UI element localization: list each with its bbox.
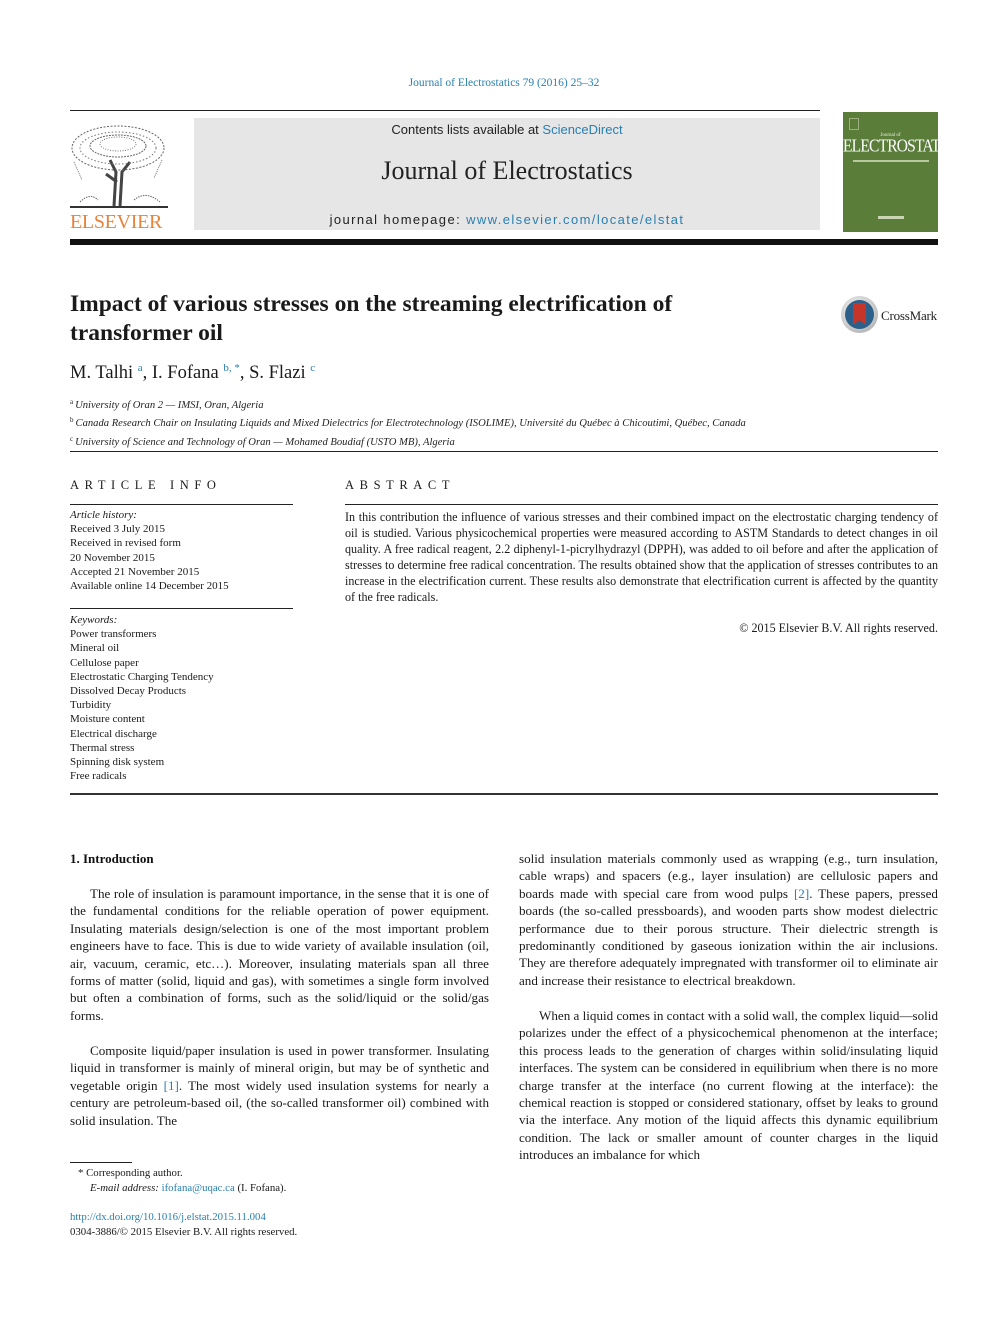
masthead-thick-rule: [70, 239, 938, 245]
keyword-item: Moisture content: [70, 713, 145, 726]
affiliation-item: b Canada Research Chair on Insulating Liq…: [70, 413, 930, 431]
keyword-item: Free radicals: [70, 770, 127, 783]
cover-publisher-bar: [878, 216, 904, 219]
cover-emblem-icon: [849, 118, 859, 130]
email-suffix: (I. Fofana).: [234, 1182, 287, 1194]
affiliation-item: c University of Science and Technology of…: [70, 432, 930, 450]
elsevier-logo[interactable]: ELSEVIER: [68, 120, 172, 233]
elsevier-tree-icon: [70, 125, 168, 208]
issn-copyright: 0304-3886/© 2015 Elsevier B.V. All right…: [70, 1226, 298, 1238]
abstract-text: In this contribution the influence of va…: [345, 510, 938, 604]
crossmark-label: CrossMark: [881, 308, 937, 323]
affiliation-ref[interactable]: c: [310, 362, 315, 374]
article-history-label: Article history:: [70, 509, 137, 521]
affiliation-ref[interactable]: a: [138, 362, 143, 374]
abstract-copyright: © 2015 Elsevier B.V. All rights reserved…: [739, 621, 938, 635]
email-label: E-mail address:: [90, 1182, 159, 1194]
keyword-item: Power transformers: [70, 628, 157, 641]
paragraph-text: . These papers, pressed boards (the so-c…: [519, 885, 938, 988]
keyword-item: Spinning disk system: [70, 756, 165, 769]
corresponding-author-note: * Corresponding author.: [78, 1167, 183, 1179]
section-divider: [70, 451, 938, 452]
keyword-item: Electrical discharge: [70, 727, 157, 740]
keywords-label: Keywords:: [70, 614, 118, 626]
body-column-left-cont: Composite liquid/paper insulation is use…: [70, 1042, 489, 1129]
keyword-item: Mineral oil: [70, 642, 120, 655]
doi-link[interactable]: http://dx.doi.org/10.1016/j.elstat.2015.…: [70, 1211, 266, 1223]
section-heading-introduction: 1. Introduction: [70, 851, 154, 866]
abstract-rule: [345, 504, 938, 505]
affiliation-text: University of Science and Technology of …: [75, 436, 455, 448]
keyword-item: Cellulose paper: [70, 656, 139, 669]
author-name[interactable]: S. Flazi: [249, 363, 306, 383]
article-history: Article history: Received 3 July 2015 Re…: [70, 508, 300, 593]
abstract-heading: ABSTRACT: [345, 478, 456, 492]
cover-subtitle-bar: [853, 160, 929, 162]
body-paragraph: When a liquid comes in contact with a so…: [519, 1008, 938, 1163]
crossmark-button[interactable]: CrossMark: [841, 296, 941, 336]
journal-cover-thumbnail[interactable]: Journal of ELECTROSTATICS: [843, 112, 962, 232]
citation-link[interactable]: [1]: [164, 1078, 179, 1093]
contents-prefix: Contents lists available at: [391, 122, 543, 137]
cover-title: ELECTROSTATICS: [843, 136, 962, 157]
journal-citation-link[interactable]: Journal of Electrostatics 79 (2016) 25–3…: [0, 77, 992, 89]
body-column-right: solid insulation materials commonly used…: [519, 850, 938, 989]
email-link[interactable]: ifofana@uqac.ca: [162, 1182, 235, 1194]
article-title: Impact of various stresses on the stream…: [70, 291, 673, 346]
homepage-prefix: journal homepage:: [329, 212, 467, 227]
citation-link[interactable]: [2]: [794, 886, 809, 901]
affiliation-label: c: [70, 434, 74, 443]
affiliation-label: b: [70, 416, 74, 425]
header-rule: [70, 110, 820, 111]
history-item: Available online 14 December 2015: [70, 580, 229, 593]
keywords-rule: [70, 608, 293, 609]
elsevier-wordmark: ELSEVIER: [70, 211, 163, 233]
keyword-item: Electrostatic Charging Tendency: [70, 670, 214, 683]
crossmark-icon: [841, 296, 878, 333]
history-item: Received in revised form: [70, 537, 181, 550]
contents-line: Contents lists available at ScienceDirec…: [194, 122, 820, 137]
journal-title: Journal of Electrostatics: [381, 156, 633, 185]
email-line: E-mail address: ifofana@uqac.ca (I. Fofa…: [78, 1181, 478, 1196]
history-item: Accepted 21 November 2015: [70, 565, 200, 578]
affiliation-ref[interactable]: b, *: [223, 362, 240, 374]
keyword-item: Dissolved Decay Products: [70, 685, 187, 698]
author-list: M. Talhi a, I. Fofana b, *, S. Flazi c: [70, 362, 316, 383]
sciencedirect-link[interactable]: ScienceDirect: [542, 122, 622, 137]
affiliation-item: a University of Oran 2 — IMSI, Oran, Alge…: [70, 395, 930, 413]
journal-masthead: Contents lists available at ScienceDirec…: [194, 118, 820, 230]
homepage-line: journal homepage: www.elsevier.com/locat…: [194, 212, 820, 227]
body-paragraph: The role of insulation is paramount impo…: [70, 886, 489, 1023]
author-name[interactable]: M. Talhi: [70, 363, 133, 383]
history-item: Received 3 July 2015: [70, 523, 166, 536]
body-column-left: The role of insulation is paramount impo…: [70, 885, 489, 1024]
keyword-item: Thermal stress: [70, 741, 135, 754]
history-item: 20 November 2015: [70, 551, 155, 564]
affiliation-label: a: [70, 398, 74, 406]
article-info-heading: ARTICLE INFO: [70, 478, 222, 492]
body-paragraph: Composite liquid/paper insulation is use…: [70, 1042, 489, 1129]
author-name[interactable]: I. Fofana: [152, 363, 219, 383]
body-paragraph: solid insulation materials commonly used…: [519, 850, 938, 989]
body-column-right-cont: When a liquid comes in contact with a so…: [519, 1007, 938, 1164]
footnote: * Corresponding author. E-mail address: …: [78, 1166, 478, 1196]
journal-homepage-link[interactable]: www.elsevier.com/locate/elstat: [466, 212, 684, 227]
front-matter-end-rule: [70, 793, 938, 795]
affiliation-text: Canada Research Chair on Insulating Liqu…: [75, 418, 746, 430]
keywords: Keywords: Power transformers Mineral oil…: [70, 613, 300, 783]
affiliations: a University of Oran 2 — IMSI, Oran, Alge…: [70, 395, 930, 450]
affiliation-text: University of Oran 2 — IMSI, Oran, Alger…: [75, 400, 264, 411]
footnote-rule: [70, 1162, 132, 1163]
article-info-rule: [70, 504, 293, 505]
keyword-item: Turbidity: [70, 699, 112, 712]
